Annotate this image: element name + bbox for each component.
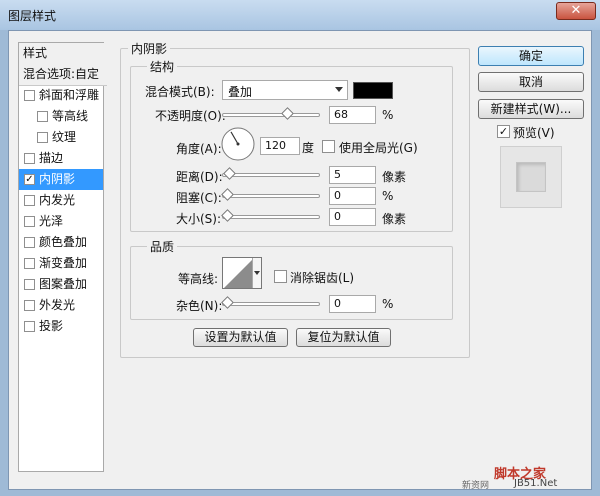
style-item[interactable]: 内发光 [19,190,103,211]
style-item-checkbox[interactable] [24,300,35,311]
noise-unit: % [382,297,394,311]
style-item-checkbox[interactable] [24,195,35,206]
noise-input[interactable]: 0 [329,295,376,313]
style-item-label: 投影 [39,319,64,333]
global-light-checkbox[interactable] [322,140,335,153]
close-button[interactable]: ✕ [556,2,596,20]
angle-dial-center [236,142,240,146]
style-item[interactable]: 颜色叠加 [19,232,103,253]
cancel-button[interactable]: 取消 [478,72,584,92]
choke-label: 阻塞(C): [176,191,222,205]
choke-slider-track[interactable] [222,194,320,198]
new-style-button[interactable]: 新建样式(W)... [478,99,584,119]
global-light-label: 使用全局光(G) [339,141,418,155]
noise-slider-track[interactable] [222,302,320,306]
antialias-checkbox[interactable] [274,270,287,283]
size-label: 大小(S): [176,212,222,226]
style-item-checkbox[interactable] [24,237,35,248]
style-item[interactable]: 描边 [19,148,103,169]
style-item[interactable]: 渐变叠加 [19,253,103,274]
contour-picker[interactable] [222,257,262,289]
distance-slider-track[interactable] [222,173,320,177]
style-item-checkbox[interactable] [37,111,48,122]
style-item[interactable]: 图案叠加 [19,274,103,295]
style-item-checkbox[interactable] [24,321,35,332]
style-item-label: 光泽 [39,214,64,228]
watermark-sub: 新资网 [462,481,490,491]
opacity-unit: % [382,108,394,122]
preview-thumbnail [500,146,562,208]
choke-input[interactable]: 0 [329,187,376,205]
opacity-label: 不透明度(O): [155,109,226,123]
style-item-label: 外发光 [39,298,76,312]
watermark-url: JB51.Net [514,478,558,489]
window-title: 图层样式 [8,9,57,23]
choke-unit: % [382,189,394,203]
style-item-label: 渐变叠加 [39,256,88,270]
size-unit: 像素 [382,212,407,226]
size-slider-track[interactable] [222,215,320,219]
angle-unit: 度 [302,141,315,155]
antialias-label: 消除锯齿(L) [290,271,355,285]
style-item[interactable]: 光泽 [19,211,103,232]
preview-label: 预览(V) [513,126,555,140]
style-item-checkbox[interactable] [24,90,35,101]
styles-header[interactable]: 样式 [19,43,107,65]
checkmark-icon: ✓ [498,125,509,138]
style-item-checkbox[interactable] [24,258,35,269]
blend-options-item[interactable]: 混合选项:自定 [19,64,107,86]
opacity-input[interactable]: 68 [329,106,376,124]
style-item-checkbox[interactable] [37,132,48,143]
structure-title: 结构 [147,58,178,75]
style-item[interactable]: 等高线 [19,106,103,127]
style-item[interactable]: 投影 [19,316,103,337]
style-item[interactable]: 纹理 [19,127,103,148]
style-item[interactable]: 斜面和浮雕 [19,85,103,106]
blend-mode-select[interactable]: 叠加 [222,80,348,100]
set-default-button[interactable]: 设置为默认值 [193,328,288,347]
chevron-down-icon [335,87,343,92]
style-item-label: 斜面和浮雕 [39,88,100,102]
style-item[interactable]: ✓ 内阴影 [19,169,103,190]
size-input[interactable]: 0 [329,208,376,226]
preview-checkbox[interactable]: ✓ [497,125,510,138]
distance-label: 距离(D): [176,170,223,184]
close-icon: ✕ [570,3,582,18]
style-item-label: 颜色叠加 [39,235,88,249]
opacity-slider-track[interactable] [222,113,320,117]
style-item-label: 内阴影 [39,172,76,186]
style-item-label: 图案叠加 [39,277,88,291]
style-item-label: 内发光 [39,193,76,207]
style-item-label: 描边 [39,151,64,165]
reset-default-button[interactable]: 复位为默认值 [296,328,391,347]
distance-unit: 像素 [382,170,407,184]
contour-preview-icon [224,258,254,288]
title-bar [0,0,600,30]
style-item[interactable]: 外发光 [19,295,103,316]
angle-dial[interactable] [220,126,256,162]
style-item-checkbox[interactable] [24,216,35,227]
ok-button[interactable]: 确定 [478,46,584,66]
blend-mode-value: 叠加 [228,85,253,99]
style-item-label: 纹理 [52,130,77,144]
blend-mode-label: 混合模式(B): [145,85,215,99]
noise-label: 杂色(N): [176,299,223,313]
style-item-label: 等高线 [52,109,89,123]
chevron-down-icon [254,271,260,275]
shadow-color-swatch[interactable] [353,82,393,99]
angle-label: 角度(A): [176,142,222,156]
contour-label: 等高线: [178,272,219,286]
contour-dropdown[interactable] [252,258,261,288]
preview-swatch [516,162,546,192]
style-item-checkbox[interactable] [24,153,35,164]
distance-input[interactable]: 5 [329,166,376,184]
quality-title: 品质 [147,238,178,255]
style-item-checkbox[interactable] [24,279,35,290]
styles-list: 样式 混合选项:自定 斜面和浮雕等高线纹理描边 ✓ 内阴影内发光光泽颜色叠加渐变叠加… [18,42,107,472]
angle-input[interactable]: 120 [260,137,300,155]
inner-shadow-title: 内阴影 [128,40,171,57]
style-item-checkbox[interactable]: ✓ [24,174,35,185]
